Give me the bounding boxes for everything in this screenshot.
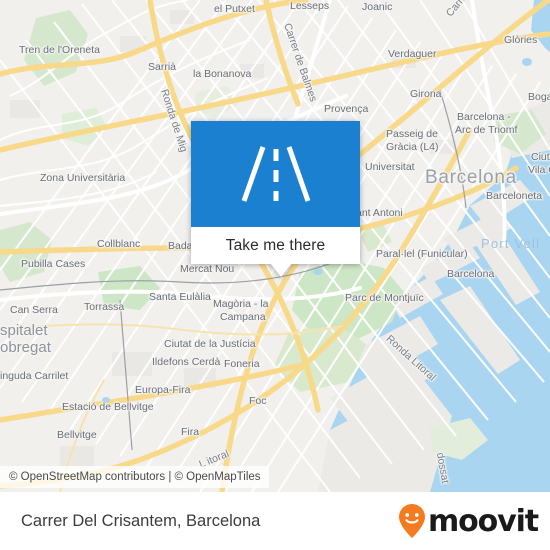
road-ahead-icon <box>241 146 310 202</box>
take-me-there-label: Take me there <box>225 236 326 254</box>
moovit-pin-icon <box>398 504 425 538</box>
take-me-there-callout[interactable]: Take me there <box>191 121 360 277</box>
moovit-map-screen: el Putxet Lesseps Joanic Glòries Verdaguer Tr… <box>0 0 550 550</box>
map-attribution[interactable]: © OpenStreetMap contributors | © OpenMap… <box>0 466 269 488</box>
footer-bar: Carrer Del Crisantem, Barcelona moovit <box>0 492 550 550</box>
callout-pointer-tail <box>270 263 292 277</box>
moovit-wordmark: moovit <box>427 503 539 539</box>
callout-action-panel[interactable]: Take me there <box>191 227 360 277</box>
callout-icon-panel <box>191 121 360 227</box>
moovit-logo[interactable]: moovit <box>397 503 539 539</box>
place-title: Carrer Del Crisantem, Barcelona <box>21 511 261 530</box>
